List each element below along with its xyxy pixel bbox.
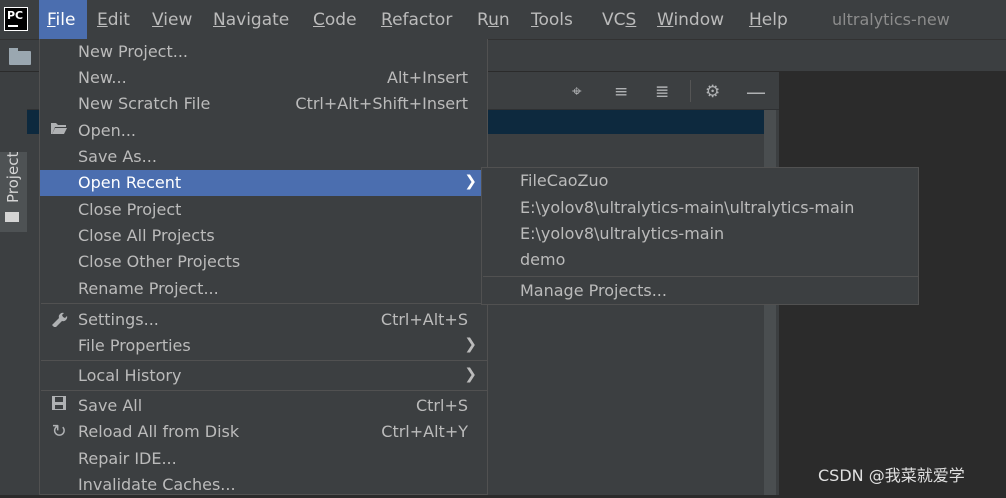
menu-item-save-all[interactable]: Save All Ctrl+S: [40, 393, 487, 419]
menu-item-new[interactable]: New... Alt+Insert: [40, 65, 487, 91]
menu-item-close-project[interactable]: Close Project: [40, 197, 487, 223]
project-tab-label: Project: [4, 151, 22, 203]
menu-vcs[interactable]: VCS: [602, 0, 636, 39]
header-divider: [690, 80, 691, 102]
left-tool-strip: Project: [0, 72, 28, 495]
submenu-arrow-icon: ❯: [464, 172, 477, 190]
menu-separator: [41, 390, 487, 391]
menu-item-local-history[interactable]: Local History ❯: [40, 363, 487, 389]
menubar: PC File Edit View Navigate Code Refactor…: [0, 0, 1006, 39]
menu-item-repair-ide[interactable]: Repair IDE...: [40, 446, 487, 472]
menu-separator: [41, 360, 487, 361]
menu-tools[interactable]: Tools: [531, 0, 573, 39]
open-recent-submenu: FileCaoZuo E:\yolov8\ultralytics-main\ul…: [481, 167, 919, 305]
open-folder-icon: [49, 120, 69, 140]
menu-code[interactable]: Code: [313, 0, 357, 39]
minimize-icon[interactable]: —: [746, 80, 766, 104]
menu-navigate[interactable]: Navigate: [213, 0, 289, 39]
menu-item-file-properties[interactable]: File Properties ❯: [40, 333, 487, 359]
recent-project-item[interactable]: demo: [520, 250, 565, 269]
gear-icon[interactable]: ⚙: [705, 82, 720, 102]
submenu-separator: [483, 276, 918, 277]
menu-item-new-project[interactable]: New Project...: [40, 39, 487, 65]
menu-item-close-other-projects[interactable]: Close Other Projects: [40, 249, 487, 275]
menu-file[interactable]: File: [39, 0, 87, 39]
menu-item-open[interactable]: Open...: [40, 118, 487, 144]
submenu-arrow-icon: ❯: [464, 365, 477, 383]
menu-item-invalidate-caches[interactable]: Invalidate Caches...: [40, 472, 487, 498]
save-icon: [49, 395, 69, 415]
menu-view[interactable]: View: [152, 0, 192, 39]
menu-item-open-recent[interactable]: Open Recent ❯: [40, 170, 487, 196]
menu-refactor[interactable]: Refactor: [381, 0, 452, 39]
menu-edit[interactable]: Edit: [97, 0, 130, 39]
menu-help[interactable]: Help: [749, 0, 788, 39]
locate-icon[interactable]: ⌖: [572, 82, 582, 102]
recent-project-item[interactable]: E:\yolov8\ultralytics-main\ultralytics-m…: [520, 198, 854, 217]
project-folder-icon: [5, 212, 19, 222]
reload-icon: ↻: [51, 421, 67, 442]
expand-all-icon[interactable]: ≡: [614, 82, 628, 102]
logo-text: PC: [7, 9, 24, 22]
folder-icon[interactable]: [9, 48, 31, 65]
menu-item-save-as[interactable]: Save As...: [40, 144, 487, 170]
manage-projects-item[interactable]: Manage Projects...: [520, 281, 667, 300]
recent-project-item[interactable]: E:\yolov8\ultralytics-main: [520, 224, 724, 243]
submenu-arrow-icon: ❯: [464, 335, 477, 353]
wrench-icon: [49, 309, 69, 329]
menu-item-reload-all[interactable]: ↻ Reload All from Disk Ctrl+Alt+Y: [40, 419, 487, 445]
menu-separator: [41, 303, 487, 304]
menu-item-rename-project[interactable]: Rename Project...: [40, 276, 487, 302]
watermark: CSDN @我菜就爱学: [818, 466, 965, 485]
collapse-all-icon[interactable]: ≣: [655, 82, 669, 102]
recent-project-item[interactable]: FileCaoZuo: [520, 171, 608, 190]
menu-item-close-all-projects[interactable]: Close All Projects: [40, 223, 487, 249]
menu-run[interactable]: Run: [477, 0, 510, 39]
pycharm-logo-icon[interactable]: PC: [4, 7, 28, 31]
project-title: ultralytics-new: [832, 10, 950, 29]
menu-item-settings[interactable]: Settings... Ctrl+Alt+S: [40, 307, 487, 333]
file-menu-dropdown: New Project... New... Alt+Insert New Scra…: [39, 39, 488, 495]
menu-window[interactable]: Window: [657, 0, 724, 39]
menu-item-new-scratch-file[interactable]: New Scratch File Ctrl+Alt+Shift+Insert: [40, 91, 487, 117]
